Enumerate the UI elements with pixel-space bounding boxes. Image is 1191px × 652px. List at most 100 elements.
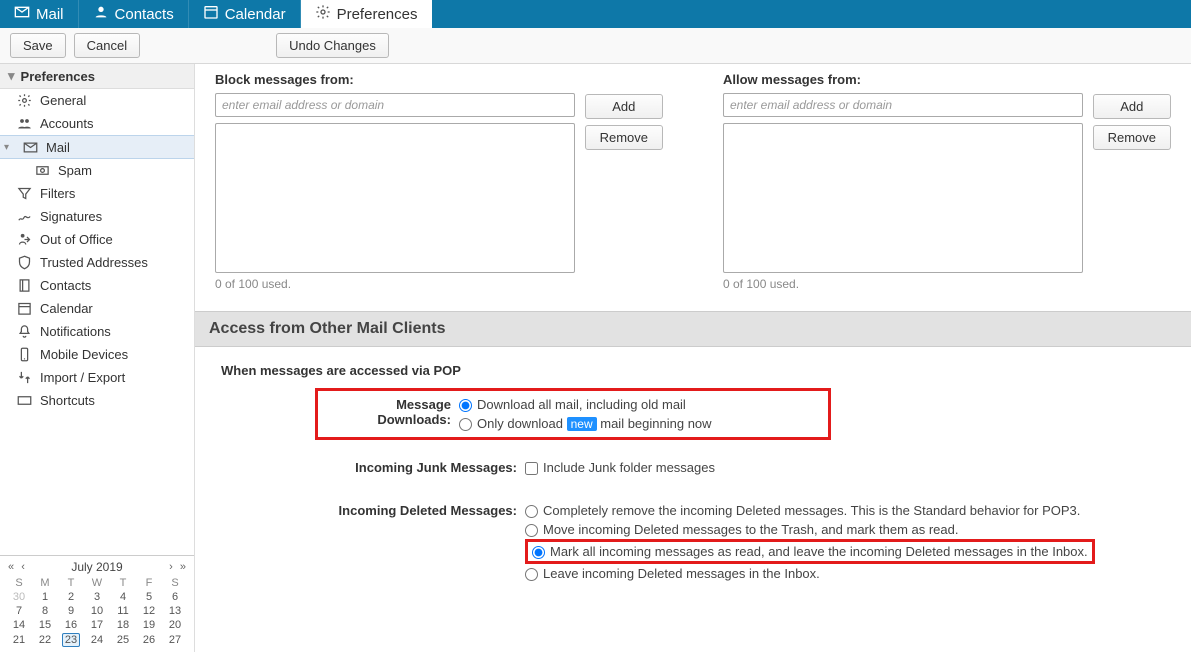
downloads-opt-all[interactable]: Download all mail, including old mail	[459, 395, 822, 414]
calendar-icon	[16, 300, 32, 316]
tab-calendar[interactable]: Calendar	[189, 0, 301, 28]
tab-label: Contacts	[115, 6, 174, 23]
cal-prev-year[interactable]: «	[6, 561, 16, 573]
sidebar-item-label: Contacts	[40, 278, 91, 293]
calendar-day[interactable]: 16	[58, 618, 84, 632]
calendar-day[interactable]: 30	[6, 590, 32, 604]
phone-icon	[16, 346, 32, 362]
radio-del-trash[interactable]	[525, 524, 538, 537]
calendar-day[interactable]: 15	[32, 618, 58, 632]
radio-del-markread[interactable]	[532, 546, 545, 559]
allow-email-input[interactable]	[723, 93, 1083, 117]
calendar-title: July 2019	[71, 560, 122, 574]
cancel-button[interactable]: Cancel	[74, 33, 140, 58]
tab-preferences[interactable]: Preferences	[301, 0, 433, 28]
tab-label: Preferences	[337, 6, 418, 23]
radio-del-remove[interactable]	[525, 505, 538, 518]
block-messages-section: Block messages from: 0 of 100 used. Add …	[215, 72, 663, 291]
radio-download-new[interactable]	[459, 418, 472, 431]
block-email-input[interactable]	[215, 93, 575, 117]
deleted-opt1[interactable]: Completely remove the incoming Deleted m…	[525, 501, 1171, 520]
calendar-day[interactable]: 10	[84, 604, 110, 618]
mail-icon	[22, 139, 38, 155]
tree-expand-icon[interactable]: ▾	[4, 142, 14, 153]
sidebar-item-general[interactable]: General	[0, 89, 194, 112]
junk-opt[interactable]: Include Junk folder messages	[525, 458, 1171, 477]
calendar-day[interactable]: 19	[136, 618, 162, 632]
block-remove-button[interactable]: Remove	[585, 125, 663, 150]
calendar-day[interactable]: 9	[58, 604, 84, 618]
deleted-opt4[interactable]: Leave incoming Deleted messages in the I…	[525, 564, 1171, 583]
allow-remove-button[interactable]: Remove	[1093, 125, 1171, 150]
contacts-icon	[93, 4, 109, 24]
sidebar-item-out-of-office[interactable]: Out of Office	[0, 228, 194, 251]
sidebar-item-label: Shortcuts	[40, 393, 95, 408]
deleted-opt3[interactable]: Mark all incoming messages as read, and …	[532, 544, 1088, 559]
junk-label: Incoming Junk Messages:	[215, 458, 525, 475]
calendar-day[interactable]: 27	[162, 632, 188, 648]
block-add-button[interactable]: Add	[585, 94, 663, 119]
sidebar-item-label: Accounts	[40, 116, 93, 131]
highlight-box-downloads: Message Downloads: Download all mail, in…	[315, 388, 831, 440]
gear-icon	[16, 92, 32, 108]
allow-list[interactable]	[723, 123, 1083, 273]
sidebar: ▾ Preferences General Accounts ▾ Mail Sp…	[0, 64, 195, 652]
calendar-day[interactable]: 6	[162, 590, 188, 604]
calendar-day[interactable]: 14	[6, 618, 32, 632]
calendar-day[interactable]: 4	[110, 590, 136, 604]
sidebar-item-mobile[interactable]: Mobile Devices	[0, 343, 194, 366]
import-export-icon	[16, 369, 32, 385]
sidebar-item-label: Spam	[58, 163, 92, 178]
calendar-day[interactable]: 23	[58, 632, 84, 648]
action-bar: Save Cancel Undo Changes	[0, 28, 1191, 64]
calendar-day[interactable]: 13	[162, 604, 188, 618]
cal-next-month[interactable]: ›	[167, 561, 175, 573]
sidebar-item-spam[interactable]: Spam	[0, 159, 194, 182]
radio-del-leave[interactable]	[525, 568, 538, 581]
calendar-day[interactable]: 7	[6, 604, 32, 618]
calendar-day[interactable]: 17	[84, 618, 110, 632]
sidebar-item-notifications[interactable]: Notifications	[0, 320, 194, 343]
sidebar-item-calendar[interactable]: Calendar	[0, 297, 194, 320]
sidebar-item-signatures[interactable]: Signatures	[0, 205, 194, 228]
cal-prev-month[interactable]: ‹	[19, 561, 27, 573]
calendar-day[interactable]: 20	[162, 618, 188, 632]
sidebar-item-contacts[interactable]: Contacts	[0, 274, 194, 297]
sidebar-item-trusted[interactable]: Trusted Addresses	[0, 251, 194, 274]
allow-title: Allow messages from:	[723, 72, 1083, 87]
highlight-box-deleted: Mark all incoming messages as read, and …	[525, 539, 1095, 564]
allow-add-button[interactable]: Add	[1093, 94, 1171, 119]
calendar-day[interactable]: 25	[110, 632, 136, 648]
sidebar-item-filters[interactable]: Filters	[0, 182, 194, 205]
sidebar-item-import-export[interactable]: Import / Export	[0, 366, 194, 389]
tab-contacts[interactable]: Contacts	[79, 0, 189, 28]
calendar-day[interactable]: 5	[136, 590, 162, 604]
calendar-day[interactable]: 26	[136, 632, 162, 648]
sidebar-item-mail[interactable]: ▾ Mail	[0, 135, 194, 159]
tab-label: Mail	[36, 6, 64, 23]
calendar-day[interactable]: 24	[84, 632, 110, 648]
undo-button[interactable]: Undo Changes	[276, 33, 389, 58]
tab-mail[interactable]: Mail	[0, 0, 79, 28]
calendar-day[interactable]: 3	[84, 590, 110, 604]
calendar-day[interactable]: 18	[110, 618, 136, 632]
checkbox-junk[interactable]	[525, 462, 538, 475]
calendar-day[interactable]: 21	[6, 632, 32, 648]
downloads-opt-new[interactable]: Only download new mail beginning now	[459, 414, 822, 433]
downloads-label: Message Downloads:	[324, 395, 459, 427]
sidebar-header[interactable]: ▾ Preferences	[0, 64, 194, 89]
radio-download-all[interactable]	[459, 399, 472, 412]
sidebar-item-shortcuts[interactable]: Shortcuts	[0, 389, 194, 412]
calendar-day[interactable]: 1	[32, 590, 58, 604]
sidebar-item-accounts[interactable]: Accounts	[0, 112, 194, 135]
calendar-day[interactable]: 11	[110, 604, 136, 618]
calendar-day[interactable]: 8	[32, 604, 58, 618]
save-button[interactable]: Save	[10, 33, 66, 58]
calendar-day[interactable]: 12	[136, 604, 162, 618]
deleted-opt2[interactable]: Move incoming Deleted messages to the Tr…	[525, 520, 1171, 539]
cal-next-year[interactable]: »	[178, 561, 188, 573]
calendar-day[interactable]: 2	[58, 590, 84, 604]
calendar-day[interactable]: 22	[32, 632, 58, 648]
block-list[interactable]	[215, 123, 575, 273]
tab-label: Calendar	[225, 6, 286, 23]
